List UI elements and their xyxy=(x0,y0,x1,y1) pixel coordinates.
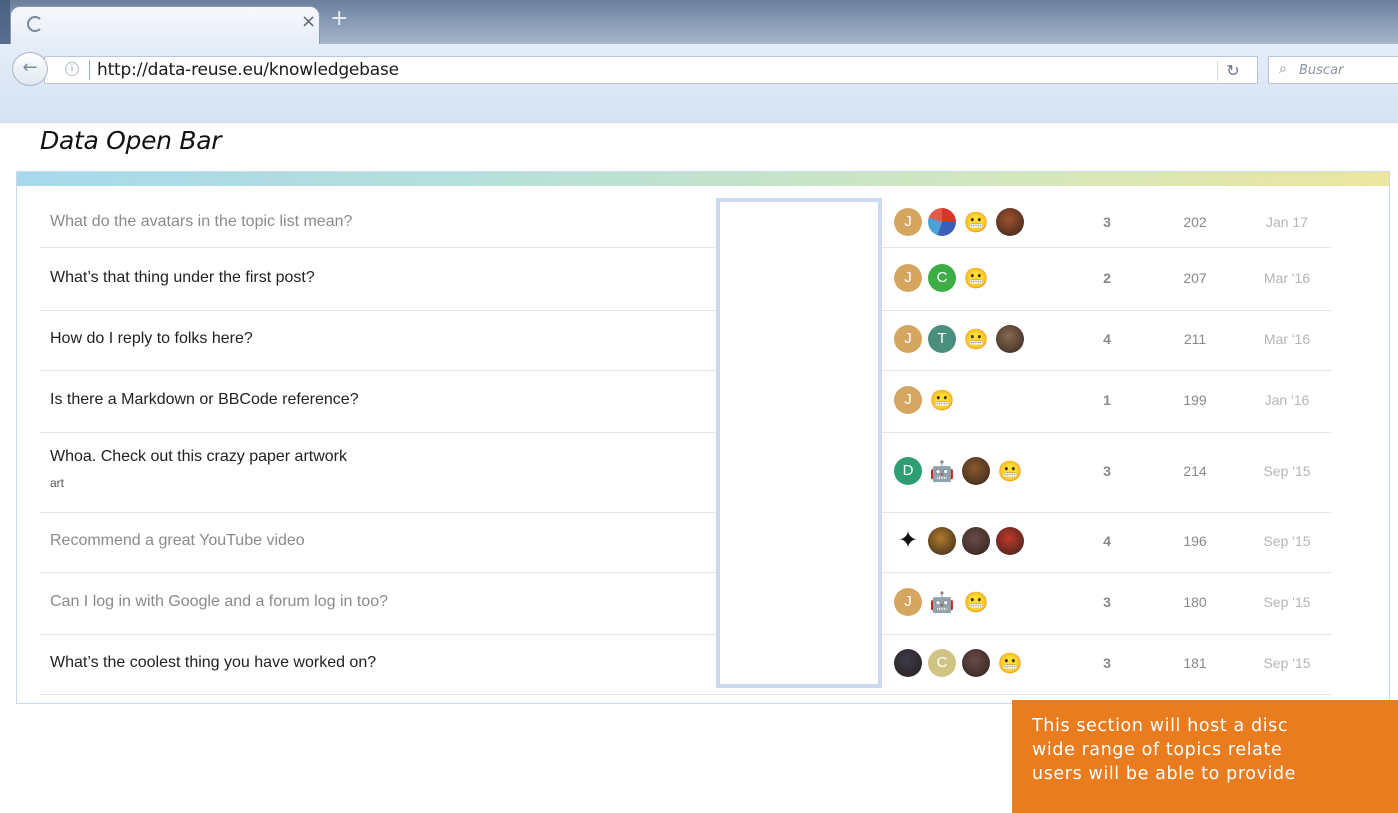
view-count: 199 xyxy=(1183,392,1207,408)
spiky-face-icon[interactable]: 😬 xyxy=(996,457,1024,485)
view-count: 196 xyxy=(1183,533,1207,549)
tab-strip: × + xyxy=(0,0,1398,44)
photo-avatar[interactable] xyxy=(928,527,956,555)
reply-count: 2 xyxy=(1103,270,1111,286)
view-count: 202 xyxy=(1183,213,1207,230)
photo-avatar[interactable] xyxy=(996,325,1024,353)
address-bar[interactable]: i http://data-reuse.eu/knowledgebase ↻ xyxy=(44,56,1258,84)
poster-avatar[interactable]: J xyxy=(894,264,922,292)
topic-title-link[interactable]: Whoa. Check out this crazy paper artwork xyxy=(50,448,347,466)
topic-row[interactable]: Whoa. Check out this crazy paper artwork… xyxy=(40,432,1332,513)
poster-avatar[interactable]: J xyxy=(894,325,922,353)
reply-count: 3 xyxy=(1103,213,1111,230)
photo-avatar[interactable] xyxy=(996,527,1024,555)
reply-count: 4 xyxy=(1103,533,1111,549)
poster-avatar[interactable]: J xyxy=(894,207,922,236)
colorful-logo-icon[interactable] xyxy=(928,207,956,236)
reload-icon[interactable]: ↻ xyxy=(1217,61,1248,81)
poster-avatar[interactable]: J xyxy=(894,386,922,414)
sloth-avatar[interactable] xyxy=(962,457,990,485)
search-box[interactable]: ⌕ Buscar xyxy=(1268,56,1398,84)
reply-count: 4 xyxy=(1103,331,1111,347)
new-tab-button[interactable]: + xyxy=(330,8,348,30)
poster-avatar[interactable]: D xyxy=(894,457,922,485)
placeholder-box xyxy=(716,198,882,688)
spiky-face-icon[interactable]: 😬 xyxy=(962,264,990,292)
topic-row[interactable]: Recommend a great YouTube video ✦ 4 196 Sep … xyxy=(40,512,1332,573)
last-activity[interactable]: Sep '15 xyxy=(1252,533,1322,549)
topic-row[interactable]: What’s the coolest thing you have worked… xyxy=(40,634,1332,695)
spiky-face-icon[interactable]: 😬 xyxy=(962,588,990,616)
last-activity[interactable]: Sep '15 xyxy=(1252,463,1322,479)
photo-avatar[interactable] xyxy=(894,649,922,677)
last-activity[interactable]: Mar '16 xyxy=(1252,270,1322,286)
topic-tag[interactable]: art xyxy=(50,476,64,490)
view-count: 180 xyxy=(1183,594,1207,610)
last-activity[interactable]: Sep '15 xyxy=(1252,655,1322,671)
view-count: 211 xyxy=(1183,331,1207,347)
page-title: Data Open Bar xyxy=(40,126,222,155)
view-count: 207 xyxy=(1183,270,1207,286)
topic-row[interactable]: Is there a Markdown or BBCode reference?… xyxy=(40,370,1332,433)
view-count: 214 xyxy=(1183,463,1207,479)
photo-avatar[interactable] xyxy=(962,649,990,677)
reply-count: 3 xyxy=(1103,594,1111,610)
topic-row[interactable]: Can I log in with Google and a forum log… xyxy=(40,572,1332,635)
last-activity[interactable]: Sep '15 xyxy=(1252,594,1322,610)
last-activity[interactable]: Mar '16 xyxy=(1252,331,1322,347)
topic-row[interactable]: What do the avatars in the topic list me… xyxy=(40,198,1332,248)
topic-row[interactable]: How do I reply to folks here? J T 😬 4 211 Mar … xyxy=(40,310,1332,371)
callout-line-3: users will be able to provide xyxy=(1032,764,1297,784)
black-bird-icon[interactable]: ✦ xyxy=(894,527,922,555)
category-color-stripe xyxy=(17,172,1389,186)
spiky-face-icon[interactable]: 😬 xyxy=(996,649,1024,677)
robot-icon[interactable]: 🤖 xyxy=(928,457,956,485)
spiky-face-icon[interactable]: 😬 xyxy=(928,386,956,414)
last-activity[interactable]: Jan '16 xyxy=(1252,392,1322,408)
close-icon[interactable]: × xyxy=(301,11,316,32)
robot-icon[interactable]: 🤖 xyxy=(928,588,956,616)
loading-icon xyxy=(27,16,43,32)
last-activity[interactable]: Jan 17 xyxy=(1252,214,1322,230)
browser-tab[interactable]: × xyxy=(10,6,320,44)
url-text[interactable]: http://data-reuse.eu/knowledgebase xyxy=(97,60,399,80)
poster-avatar[interactable]: T xyxy=(928,325,956,353)
back-arrow-icon: ← xyxy=(22,57,38,78)
topic-title-link[interactable]: Can I log in with Google and a forum log… xyxy=(50,593,388,611)
topic-title-link[interactable]: Recommend a great YouTube video xyxy=(50,532,305,550)
topic-title-link[interactable]: What do the avatars in the topic list me… xyxy=(50,213,352,231)
poster-avatar[interactable]: J xyxy=(894,588,922,616)
info-icon[interactable]: i xyxy=(65,62,79,76)
photo-avatar[interactable] xyxy=(996,207,1024,236)
callout-line-1: This section will host a disc xyxy=(1032,716,1289,736)
search-placeholder[interactable]: Buscar xyxy=(1299,63,1343,78)
topic-title-link[interactable]: What’s that thing under the first post? xyxy=(50,269,315,287)
navigation-toolbar: i http://data-reuse.eu/knowledgebase ↻ ←… xyxy=(0,44,1398,123)
description-callout: This section will host a disc wide range… xyxy=(1012,700,1398,813)
topic-title-link[interactable]: Is there a Markdown or BBCode reference? xyxy=(50,391,359,409)
topic-row[interactable]: What’s that thing under the first post? J… xyxy=(40,248,1332,311)
url-separator xyxy=(89,60,90,80)
spiky-face-icon[interactable]: 😬 xyxy=(962,207,990,236)
topic-title-link[interactable]: How do I reply to folks here? xyxy=(50,330,253,348)
callout-line-2: wide range of topics relate xyxy=(1032,740,1283,760)
photo-avatar[interactable] xyxy=(962,527,990,555)
reply-count: 3 xyxy=(1103,463,1111,479)
view-count: 181 xyxy=(1183,655,1207,671)
back-button[interactable]: ← xyxy=(12,52,48,86)
search-icon: ⌕ xyxy=(1279,61,1287,77)
poster-avatar[interactable]: C xyxy=(928,649,956,677)
spiky-face-icon[interactable]: 😬 xyxy=(962,325,990,353)
reply-count: 1 xyxy=(1103,392,1111,408)
reply-count: 3 xyxy=(1103,655,1111,671)
window-edge xyxy=(0,0,10,44)
poster-avatar[interactable]: C xyxy=(928,264,956,292)
topic-title-link[interactable]: What’s the coolest thing you have worked… xyxy=(50,654,376,672)
